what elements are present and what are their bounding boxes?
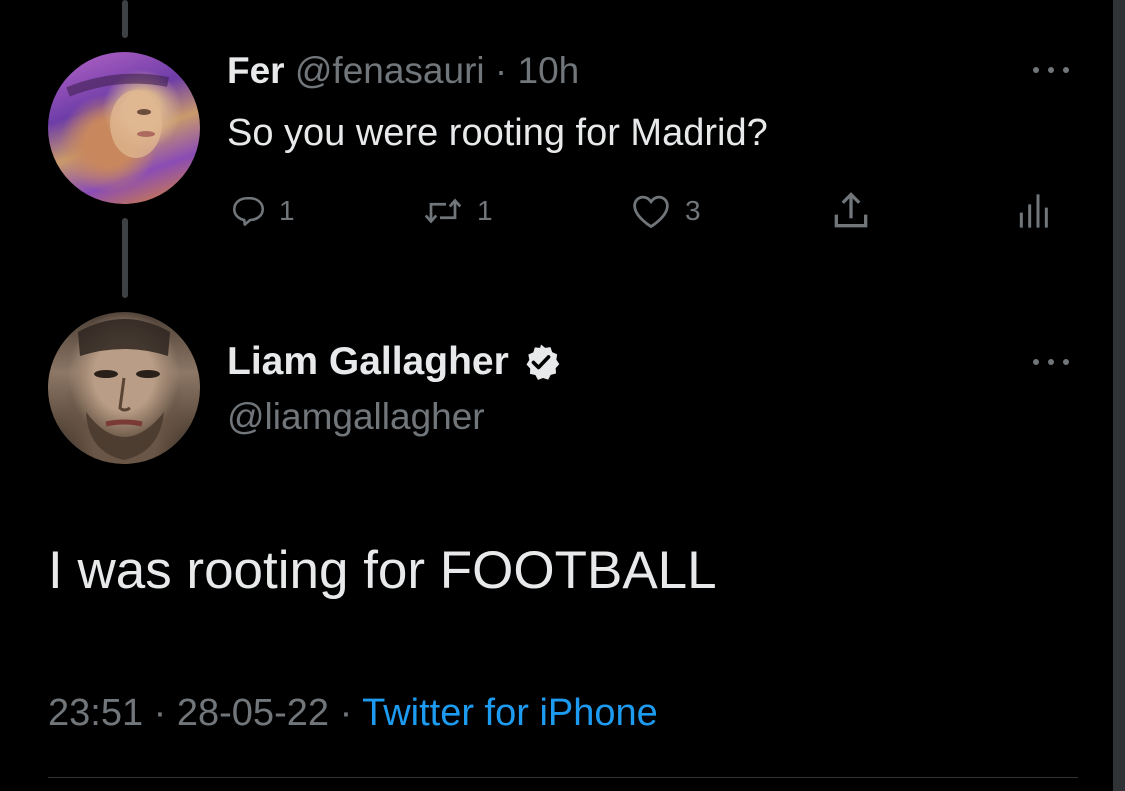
reply-count: 1	[279, 195, 295, 226]
analytics-button[interactable]	[1015, 188, 1051, 234]
analytics-icon	[1019, 194, 1048, 228]
reply-text: So you were rooting for Madrid?	[227, 112, 768, 154]
reply-name-line: Fer @fenasauri · 10h	[227, 50, 579, 92]
tweet-date[interactable]: 28-05-22	[177, 692, 329, 734]
like-count: 3	[685, 195, 701, 226]
reply-button[interactable]: 1	[229, 188, 295, 234]
divider	[48, 777, 1078, 778]
share-icon	[834, 192, 868, 228]
retweet-count: 1	[477, 195, 493, 226]
comment-icon	[232, 196, 265, 226]
tweet-time[interactable]: 23:51	[48, 692, 143, 734]
author-avatar[interactable]	[48, 312, 200, 464]
author-name-text: Liam Gallagher	[227, 340, 509, 383]
more-dot	[1033, 67, 1039, 73]
thread-line-top	[122, 0, 128, 38]
more-dot	[1033, 359, 1039, 365]
reply-author-name[interactable]: Fer	[227, 50, 285, 91]
more-dot	[1048, 359, 1054, 365]
author-handle[interactable]: @liamgallagher	[227, 396, 485, 438]
reply-avatar[interactable]	[48, 52, 200, 204]
meta-separator: ·	[153, 692, 167, 734]
verified-badge-icon	[526, 344, 560, 380]
like-button[interactable]: 3	[631, 188, 701, 234]
reply-actions: 1 1 3	[227, 188, 1057, 234]
tweet-meta: 23:51 · 28-05-22 · Twitter for iPhone	[48, 692, 658, 735]
heart-icon	[633, 195, 669, 229]
more-dot	[1048, 67, 1054, 73]
more-dot	[1063, 359, 1069, 365]
share-button[interactable]	[829, 188, 873, 234]
reply-time[interactable]: 10h	[518, 50, 580, 91]
scrollbar[interactable]	[1113, 0, 1125, 791]
more-dot	[1063, 67, 1069, 73]
retweet-button[interactable]: 1	[423, 188, 493, 234]
thread-line-bottom	[122, 218, 128, 298]
reply-separator: ·	[494, 50, 508, 91]
main-more-button[interactable]	[1029, 355, 1073, 369]
reply-more-button[interactable]	[1029, 63, 1073, 77]
tweet-source-link[interactable]: Twitter for iPhone	[362, 692, 658, 734]
tweet-text: I was rooting for FOOTBALL	[48, 541, 717, 600]
reply-author-handle[interactable]: @fenasauri	[295, 50, 485, 91]
author-name[interactable]: Liam Gallagher	[227, 340, 561, 384]
retweet-icon	[424, 198, 462, 224]
meta-separator: ·	[339, 692, 353, 734]
